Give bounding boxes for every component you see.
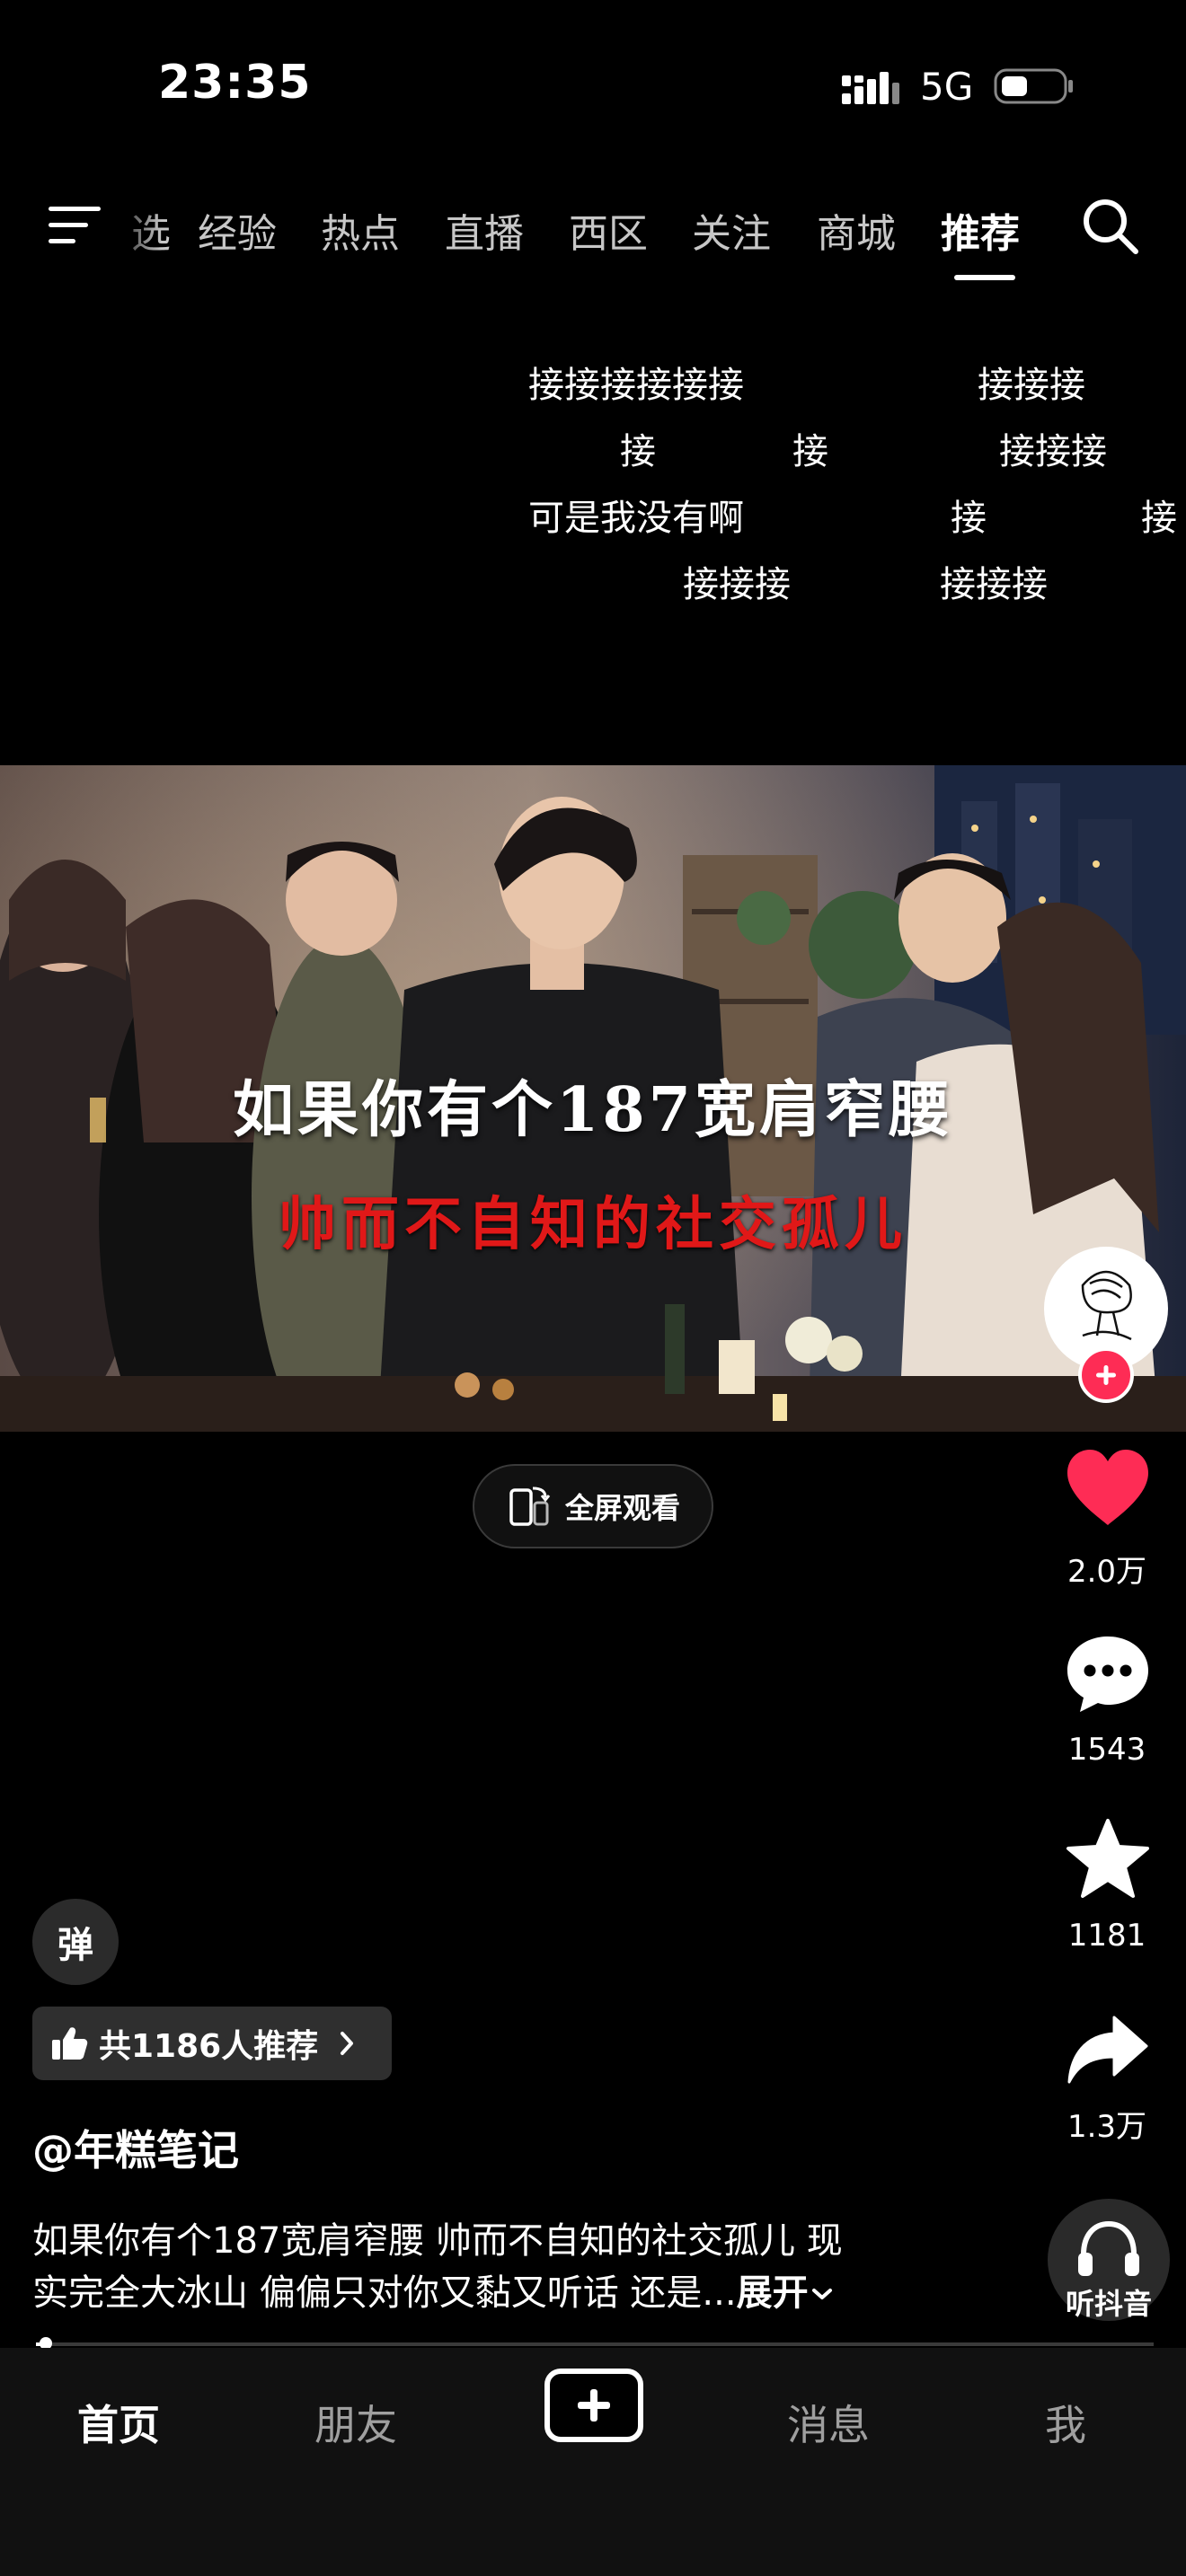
description-line1: 如果你有个187宽肩窄腰 帅而不自知的社交孤儿 现 <box>32 2220 843 2262</box>
menu-icon[interactable] <box>47 201 102 250</box>
fullscreen-button[interactable]: 全屏观看 <box>473 1464 713 1548</box>
video-caption-line1: 如果你有个187宽肩窄腰 <box>233 1074 953 1146</box>
favorite-star-icon[interactable] <box>1064 1818 1152 1901</box>
danmaku-comment: 接接接 <box>978 365 1085 406</box>
danmaku-comment: 接接接 <box>683 564 791 605</box>
author-name[interactable]: @年糕笔记 <box>32 2118 239 2177</box>
like-heart-icon[interactable] <box>1064 1448 1152 1527</box>
description-text: 实完全大冰山 偏偏只对你又黏又听话 还是... <box>32 2272 737 2314</box>
fullscreen-label: 全屏观看 <box>564 1491 680 1525</box>
plus-icon <box>578 2389 610 2422</box>
tab-hot[interactable]: 热点 <box>321 201 400 259</box>
chevron-down-icon <box>811 2289 832 2299</box>
comment-icon[interactable] <box>1064 1633 1152 1716</box>
tab-experience[interactable]: 经验 <box>198 201 277 259</box>
search-icon[interactable] <box>1078 194 1141 257</box>
expand-label: 展开 <box>736 2272 809 2314</box>
status-time: 23:35 <box>158 56 312 110</box>
video-caption-line2: 帅而不自知的社交孤儿 <box>279 1191 907 1258</box>
favorite-count: 1181 <box>1067 1918 1146 1954</box>
create-button[interactable] <box>544 2369 643 2442</box>
nav-home[interactable]: 首页 <box>47 2393 190 2452</box>
recommend-chip[interactable]: 共1186人推荐 <box>32 2007 392 2080</box>
danmaku-comment: 可是我没有啊 <box>528 498 744 539</box>
tab-live[interactable]: 直播 <box>445 201 524 259</box>
active-tab-indicator <box>954 275 1015 280</box>
tab-region[interactable]: 西区 <box>569 201 648 259</box>
network-type: 5G <box>920 65 974 109</box>
tab-mall[interactable]: 商城 <box>817 201 896 259</box>
danmaku-comment: 接接接 <box>999 431 1107 472</box>
chevron-right-icon <box>341 2032 354 2055</box>
rotate-screen-icon <box>509 1486 551 1526</box>
tab-recommend[interactable]: 推荐 <box>941 201 1020 259</box>
nav-friends[interactable]: 朋友 <box>284 2393 428 2452</box>
description-line2: 实完全大冰山 偏偏只对你又黏又听话 还是...展开 <box>32 2263 836 2316</box>
thumbs-up-icon <box>52 2027 88 2060</box>
like-count: 2.0万 <box>1067 1554 1147 1590</box>
comment-count: 1543 <box>1067 1732 1146 1768</box>
danmaku-comment: 接 <box>951 498 987 539</box>
danmaku-comment: 接接接 <box>940 564 1048 605</box>
danmaku-comment: 接接接接接接 <box>528 365 744 406</box>
share-count: 1.3万 <box>1067 2109 1147 2145</box>
progress-track[interactable] <box>36 2342 1154 2346</box>
expand-button[interactable]: 展开 <box>737 2272 836 2314</box>
danmaku-comment: 接 <box>792 431 828 472</box>
tab-fade-overlay <box>108 189 162 260</box>
nav-me[interactable]: 我 <box>994 2393 1137 2452</box>
plus-icon <box>1096 1365 1116 1385</box>
danmaku-comment: 接 <box>1141 498 1177 539</box>
share-arrow-icon[interactable] <box>1066 2014 1150 2086</box>
signal-icon <box>842 72 899 104</box>
listen-label: 听抖音 <box>1065 2287 1152 2321</box>
recommend-text: 共1186人推荐 <box>99 2028 319 2065</box>
follow-button[interactable] <box>1078 1347 1134 1403</box>
danmaku-comment: 接 <box>620 431 656 472</box>
nav-messages[interactable]: 消息 <box>757 2393 900 2452</box>
battery-icon <box>994 68 1073 104</box>
danmaku-toggle-button[interactable]: 弹 <box>32 1899 119 1985</box>
tab-following[interactable]: 关注 <box>692 201 771 259</box>
